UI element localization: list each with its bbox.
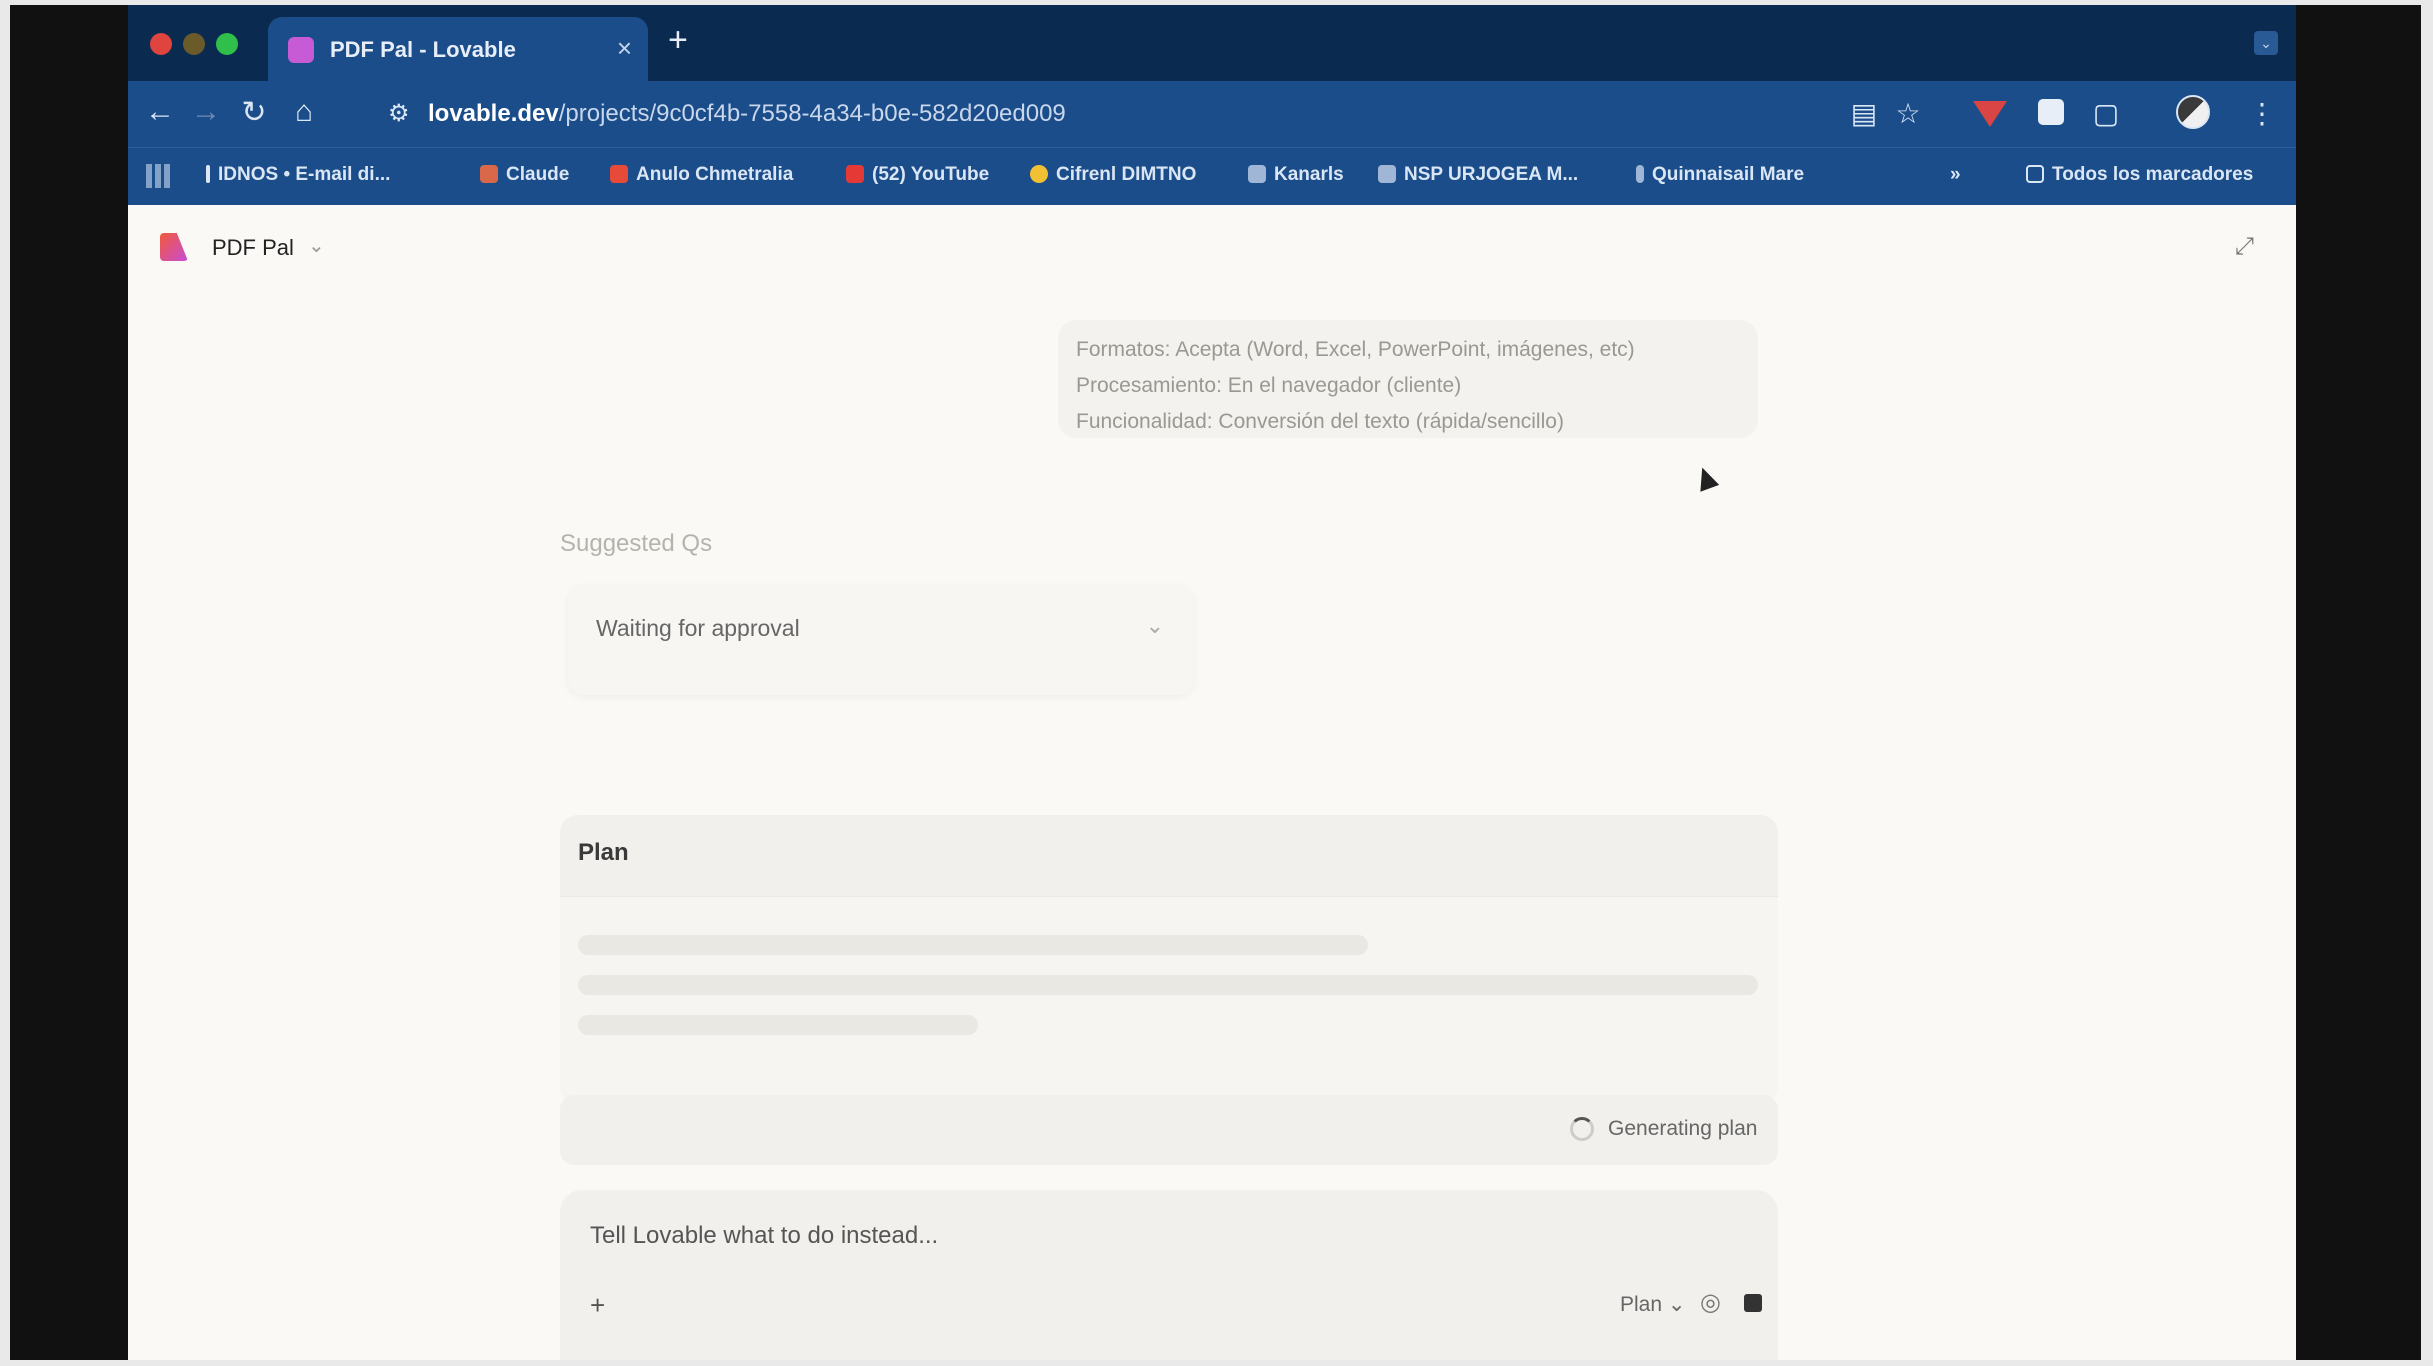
address-bar[interactable]: ⚙ lovable.dev/projects/9c0cf4b-7558-4a34… <box>378 89 1978 139</box>
mouse-cursor-icon <box>1692 464 1720 492</box>
approval-status-dropdown[interactable]: Waiting for approval ⌄ <box>568 585 1194 695</box>
stop-generation-icon[interactable] <box>1744 1294 1762 1312</box>
tab-search-icon[interactable]: ⌄ <box>2254 31 2278 55</box>
approval-status-text: Waiting for approval <box>596 615 800 641</box>
lovable-favicon-icon <box>288 37 314 63</box>
frame-edge-bottom <box>0 1360 2433 1366</box>
browser-window: PDF Pal - Lovable × + ⌄ ← → ↻ ⌂ ⚙ lovabl… <box>128 5 2296 1360</box>
chat-input-box[interactable]: Tell Lovable what to do instead... + Pla… <box>560 1190 1778 1360</box>
bookmark-item[interactable]: Kanarls <box>1248 164 1344 186</box>
chat-input-placeholder[interactable]: Tell Lovable what to do instead... <box>590 1222 938 1250</box>
other-bookmarks-folder[interactable]: Todos los marcadores <box>2026 164 2253 186</box>
mode-selector[interactable]: Plan ⌄ <box>1620 1292 1685 1317</box>
zoom-window-button[interactable] <box>216 33 238 55</box>
home-icon[interactable]: ⌂ <box>286 95 322 129</box>
loading-spinner-icon <box>1570 1117 1594 1141</box>
generating-status-text: Generating plan <box>1608 1117 1758 1140</box>
new-tab-button[interactable]: + <box>668 21 688 60</box>
profile-avatar[interactable] <box>2176 95 2210 129</box>
bookmark-item[interactable]: IDNOS • E-mail di... <box>206 164 390 186</box>
extension-red-icon[interactable] <box>1973 101 2007 127</box>
plan-header: Plan <box>560 815 1778 897</box>
tab-strip: PDF Pal - Lovable × + ⌄ <box>128 5 2296 81</box>
url-text[interactable]: lovable.dev/projects/9c0cf4b-7558-4a34-b… <box>428 100 1066 128</box>
minimize-window-button[interactable] <box>183 33 205 55</box>
skeleton-line <box>578 975 1758 995</box>
user-message-line: Procesamiento: En el navegador (cliente) <box>1076 374 1462 397</box>
bookmark-item[interactable]: (52) YouTube <box>846 164 989 186</box>
reload-icon[interactable]: ↻ <box>236 95 272 130</box>
bookmarks-overflow-icon[interactable]: » <box>1950 164 1961 186</box>
plan-card: Plan <box>560 815 1778 1105</box>
side-panel-icon[interactable]: ▢ <box>2088 97 2124 130</box>
user-message-line: Formatos: Acepta (Word, Excel, PowerPoin… <box>1076 338 1635 361</box>
bookmark-star-icon[interactable]: ☆ <box>1890 97 1926 130</box>
user-message-bubble: Formatos: Acepta (Word, Excel, PowerPoin… <box>1058 320 1758 438</box>
bookmark-item[interactable]: Anulo Chmetralia <box>610 164 793 186</box>
frame-edge-left <box>0 0 10 1366</box>
forward-arrow-icon[interactable]: → <box>188 95 224 129</box>
bookmark-item[interactable]: Claude <box>480 164 569 186</box>
bookmark-item[interactable]: NSP URJOGEA M... <box>1378 164 1578 186</box>
translate-icon[interactable]: ▤ <box>1846 97 1882 130</box>
back-arrow-icon[interactable]: ← <box>142 95 178 129</box>
generating-status-row: Generating plan <box>560 1095 1778 1165</box>
microphone-icon[interactable]: ◎ <box>1700 1288 1721 1317</box>
suggestion-label: Suggested Qs <box>560 530 713 557</box>
expand-icon[interactable]: ⤢ <box>2235 233 2254 261</box>
chevron-down-icon[interactable]: ⌄ <box>308 233 325 258</box>
tab-active[interactable]: PDF Pal - Lovable × <box>268 17 648 81</box>
browser-toolbar: ← → ↻ ⌂ ⚙ lovable.dev/projects/9c0cf4b-7… <box>128 81 2296 147</box>
attach-plus-icon[interactable]: + <box>590 1290 605 1321</box>
apps-grid-icon[interactable] <box>146 164 170 188</box>
skeleton-line <box>578 935 1368 955</box>
bookmark-item[interactable]: Quinnaisail Mare <box>1636 164 1804 186</box>
lovable-logo-icon[interactable] <box>160 233 188 261</box>
tab-title: PDF Pal - Lovable <box>330 37 516 62</box>
chevron-down-icon: ⌄ <box>1145 613 1164 638</box>
extension-icon[interactable] <box>2038 99 2064 125</box>
plan-title: Plan <box>578 839 629 866</box>
skeleton-line <box>578 1015 978 1035</box>
site-info-icon[interactable]: ⚙ <box>388 99 410 128</box>
close-window-button[interactable] <box>150 33 172 55</box>
tab-close-icon[interactable]: × <box>617 33 632 64</box>
user-message-line: Funcionalidad: Conversión del texto (ráp… <box>1076 410 1564 433</box>
bookmark-item[interactable]: Cifrenl DIMTNO <box>1030 164 1196 186</box>
lovable-page: PDF Pal ⌄ ⤢ Formatos: Acepta (Word, Exce… <box>128 205 2296 1360</box>
bookmarks-bar: IDNOS • E-mail di... Claude Anulo Chmetr… <box>128 147 2296 205</box>
frame-edge-right <box>2421 0 2433 1366</box>
more-menu-icon[interactable]: ⋮ <box>2244 97 2280 130</box>
project-name[interactable]: PDF Pal <box>212 235 294 261</box>
